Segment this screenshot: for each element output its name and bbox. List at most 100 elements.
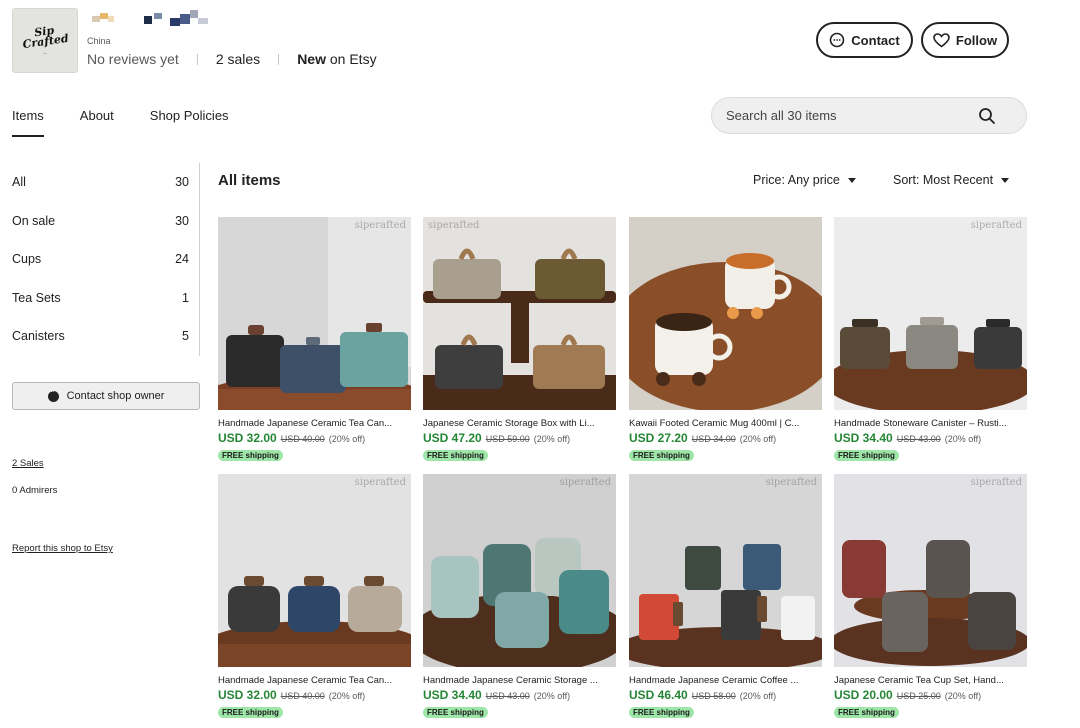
category-count: 30	[175, 175, 189, 190]
product-card[interactable]: siperafted Handmade Japanese Ceramic Sto…	[423, 474, 616, 720]
caret-down-icon	[1001, 177, 1010, 183]
new-on-etsy: New on Etsy	[297, 51, 376, 67]
report-shop-link[interactable]: Report this shop to Etsy	[12, 543, 113, 554]
price-line: USD 32.00 USD 40.00 (20% off)	[218, 688, 411, 702]
product-image[interactable]: siperafted	[629, 474, 822, 667]
free-shipping-badge: FREE shipping	[423, 450, 488, 461]
category-label: Cups	[12, 252, 42, 267]
watermark: siperafted	[428, 220, 480, 231]
sale-price: USD 47.20	[423, 431, 482, 445]
sales-link[interactable]: 2 Sales	[12, 458, 44, 469]
shop-name-pixelated	[88, 10, 228, 28]
shop-logo[interactable]: Sip Crafted —	[12, 8, 78, 73]
product-title[interactable]: Japanese Ceramic Tea Cup Set, Hand...	[834, 675, 1027, 686]
product-card[interactable]: siperafted Handmade Japanese Ceramic Tea…	[218, 217, 411, 463]
original-price: USD 43.00	[485, 691, 530, 701]
category-count: 5	[182, 329, 189, 344]
discount: (20% off)	[328, 691, 366, 701]
sale-price: USD 34.40	[834, 431, 893, 445]
shop-stats: No reviews yet 2 sales New on Etsy	[87, 51, 377, 67]
watermark: siperafted	[970, 477, 1022, 488]
sale-price: USD 46.40	[629, 688, 688, 702]
search-input[interactable]	[726, 108, 966, 123]
sale-price: USD 27.20	[629, 431, 688, 445]
product-image[interactable]	[629, 217, 822, 410]
contact-shop-owner-button[interactable]: Contact shop owner	[12, 382, 200, 410]
shop-tabs: Items About Shop Policies	[12, 108, 229, 137]
search-icon[interactable]	[978, 107, 996, 125]
price-line: USD 27.20 USD 34.00 (20% off)	[629, 431, 822, 445]
product-card[interactable]: siperafted Handmade Japanese Ceramic Tea…	[218, 474, 411, 720]
sales-word: sales	[223, 51, 261, 67]
category-item-canisters[interactable]: Canisters 5	[12, 317, 199, 356]
contact-button-label: Contact	[851, 32, 900, 48]
discount: (20% off)	[944, 434, 982, 444]
product-image[interactable]: siperafted	[423, 474, 616, 667]
price-line: USD 46.40 USD 58.00 (20% off)	[629, 688, 822, 702]
tab-shop-policies[interactable]: Shop Policies	[150, 108, 229, 137]
discount: (20% off)	[533, 434, 571, 444]
product-title[interactable]: Japanese Ceramic Storage Box with Li...	[423, 418, 616, 429]
admirers-count: 0 Admirers	[12, 485, 58, 496]
product-title[interactable]: Handmade Japanese Ceramic Coffee ...	[629, 675, 822, 686]
product-card[interactable]: siperafted Handmade Stoneware Canister –…	[834, 217, 1027, 463]
free-shipping-badge: FREE shipping	[629, 707, 694, 718]
product-title[interactable]: Handmade Japanese Ceramic Storage ...	[423, 675, 616, 686]
message-icon	[47, 387, 59, 402]
category-label: All	[12, 175, 26, 190]
product-card[interactable]: siperafted Japanese Ceramic Tea Cup Set,…	[834, 474, 1027, 720]
tab-items[interactable]: Items	[12, 108, 44, 137]
product-title[interactable]: Handmade Japanese Ceramic Tea Can...	[218, 418, 411, 429]
watermark: siperafted	[354, 220, 406, 231]
free-shipping-badge: FREE shipping	[834, 707, 899, 718]
product-card[interactable]: siperafted Japanese Ceramic Storage Box …	[423, 217, 616, 463]
category-item-tea-sets[interactable]: Tea Sets 1	[12, 279, 199, 318]
product-image[interactable]: siperafted	[423, 217, 616, 410]
product-title[interactable]: Kawaii Footed Ceramic Mug 400ml | C...	[629, 418, 822, 429]
price-filter-dropdown[interactable]: Price: Any price	[753, 173, 856, 187]
price-line: USD 34.40 USD 43.00 (20% off)	[423, 688, 616, 702]
sale-price: USD 20.00	[834, 688, 893, 702]
free-shipping-badge: FREE shipping	[423, 707, 488, 718]
sale-price: USD 34.40	[423, 688, 482, 702]
search-bar	[711, 97, 1027, 134]
logo-text: Sip Crafted	[21, 23, 70, 51]
product-image[interactable]: siperafted	[834, 217, 1027, 410]
page-title: All items	[218, 172, 281, 189]
category-item-on-sale[interactable]: On sale 30	[12, 202, 199, 241]
product-card[interactable]: Kawaii Footed Ceramic Mug 400ml | C... U…	[629, 217, 822, 463]
category-label: Tea Sets	[12, 290, 61, 305]
original-price: USD 43.00	[896, 434, 941, 444]
price-line: USD 32.00 USD 40.00 (20% off)	[218, 431, 411, 445]
sales-count: 2	[215, 51, 224, 67]
product-title[interactable]: Handmade Japanese Ceramic Tea Can...	[218, 675, 411, 686]
discount: (20% off)	[944, 691, 982, 701]
category-count: 30	[175, 213, 189, 228]
tab-about[interactable]: About	[80, 108, 114, 137]
product-image[interactable]: siperafted	[218, 474, 411, 667]
sales-stat: 2 sales	[216, 51, 260, 67]
discount: (20% off)	[533, 691, 571, 701]
product-card[interactable]: siperafted Handmade Japanese Ceramic Cof…	[629, 474, 822, 720]
product-image[interactable]: siperafted	[834, 474, 1027, 667]
follow-button[interactable]: Follow	[921, 22, 1009, 58]
original-price: USD 25.00	[896, 691, 941, 701]
contact-shop-owner-label: Contact shop owner	[66, 390, 165, 402]
category-item-all[interactable]: All 30	[12, 163, 199, 202]
sort-dropdown[interactable]: Sort: Most Recent	[893, 173, 1010, 187]
category-item-cups[interactable]: Cups 24	[12, 240, 199, 279]
chat-icon	[829, 32, 845, 48]
stat-divider	[196, 53, 198, 65]
product-image[interactable]: siperafted	[218, 217, 411, 410]
sidebar: All 30 On sale 30 Cups 24 Tea Sets 1 Caniste…	[12, 163, 200, 356]
product-title[interactable]: Handmade Stoneware Canister – Rusti...	[834, 418, 1027, 429]
follow-button-label: Follow	[955, 32, 998, 48]
on-etsy-word: on Etsy	[325, 51, 377, 67]
original-price: USD 40.00	[280, 434, 325, 444]
heart-icon	[933, 32, 950, 47]
contact-button[interactable]: Contact	[816, 22, 913, 58]
price-line: USD 20.00 USD 25.00 (20% off)	[834, 688, 1027, 702]
reviews-text[interactable]: No reviews yet	[87, 51, 179, 67]
sort-label: Sort: Most Recent	[893, 173, 994, 187]
price-line: USD 34.40 USD 43.00 (20% off)	[834, 431, 1027, 445]
